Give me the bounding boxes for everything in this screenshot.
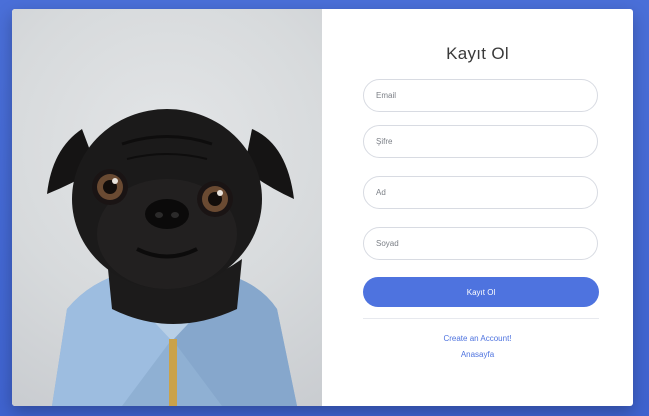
divider xyxy=(363,318,599,319)
last-name-field[interactable] xyxy=(363,227,598,260)
register-button[interactable]: Kayıt Ol xyxy=(363,277,599,307)
pug-photo xyxy=(12,9,322,406)
register-form: Kayıt Ol Kayıt Ol Create an Account! Ana… xyxy=(322,9,633,406)
register-card: Kayıt Ol Kayıt Ol Create an Account! Ana… xyxy=(12,9,633,406)
home-link[interactable]: Anasayfa xyxy=(322,350,633,359)
pug-illustration xyxy=(47,109,297,406)
page-title: Kayıt Ol xyxy=(446,44,509,63)
email-field[interactable] xyxy=(363,79,598,112)
create-account-link[interactable]: Create an Account! xyxy=(322,334,633,343)
password-field[interactable] xyxy=(363,125,598,158)
first-name-field[interactable] xyxy=(363,176,598,209)
